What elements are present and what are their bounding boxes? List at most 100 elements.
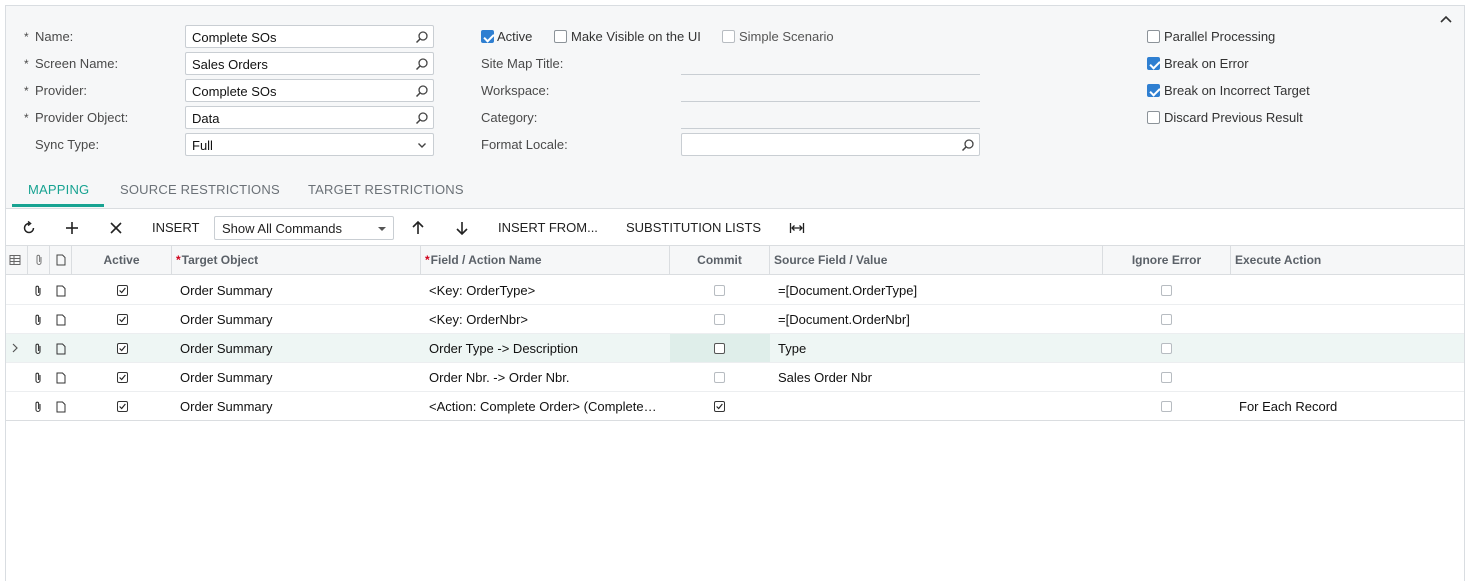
row-active-checkbox[interactable] <box>117 343 128 354</box>
cell-commit[interactable] <box>670 276 770 304</box>
cell-field-action[interactable]: Order Type -> Description <box>429 334 665 362</box>
cell-source-field[interactable]: =[Document.OrderType] <box>778 276 1098 304</box>
row-active-checkbox[interactable] <box>117 401 128 412</box>
site-map-title-field[interactable] <box>681 74 980 75</box>
cell-field-action[interactable]: <Key: OrderType> <box>429 276 665 304</box>
search-icon[interactable] <box>415 30 429 44</box>
refresh-icon[interactable] <box>21 220 37 236</box>
table-row[interactable]: Order Summary Order Type -> Description Ty… <box>6 334 1464 363</box>
row-ignore-error-checkbox[interactable] <box>1161 372 1172 383</box>
cell-field-action[interactable]: <Action: Complete Order> (Complete… <box>429 392 665 420</box>
paperclip-icon[interactable] <box>32 372 44 384</box>
paperclip-icon[interactable] <box>32 401 44 413</box>
cell-commit[interactable] <box>670 392 770 420</box>
note-icon[interactable] <box>55 343 67 355</box>
header-source-field[interactable]: Source Field / Value <box>770 246 1103 275</box>
sync-type-select[interactable]: Full <box>185 133 434 156</box>
search-icon[interactable] <box>415 57 429 71</box>
header-execute-action[interactable]: Execute Action <box>1231 246 1466 275</box>
cell-target-object[interactable]: Order Summary <box>180 276 420 304</box>
row-selector-header[interactable] <box>6 246 28 275</box>
header-ignore-error[interactable]: Ignore Error <box>1103 246 1231 275</box>
cell-execute-action[interactable] <box>1239 276 1459 304</box>
row-active-checkbox[interactable] <box>117 285 128 296</box>
cell-source-field[interactable]: Type <box>778 334 1098 362</box>
row-commit-checkbox[interactable] <box>714 343 725 354</box>
cell-target-object[interactable]: Order Summary <box>180 305 420 333</box>
cell-commit[interactable] <box>670 334 770 362</box>
note-icon[interactable] <box>55 401 67 413</box>
table-row[interactable]: Order Summary Order Nbr. -> Order Nbr. Sal… <box>6 363 1464 392</box>
cell-target-object[interactable]: Order Summary <box>180 334 420 362</box>
paperclip-icon[interactable] <box>32 314 44 326</box>
name-field[interactable]: Complete SOs <box>185 25 434 48</box>
search-icon[interactable] <box>415 84 429 98</box>
fit-columns-icon[interactable] <box>789 220 805 236</box>
header-active[interactable]: Active <box>72 246 172 275</box>
cell-commit[interactable] <box>670 363 770 391</box>
insert-from-button[interactable]: INSERT FROM... <box>498 220 598 240</box>
search-icon[interactable] <box>415 111 429 125</box>
note-icon[interactable] <box>55 285 67 297</box>
tab-source-restrictions[interactable]: SOURCE RESTRICTIONS <box>120 182 280 197</box>
cell-field-action[interactable]: <Key: OrderNbr> <box>429 305 665 333</box>
break-on-incorrect-target-checkbox[interactable] <box>1147 84 1160 97</box>
make-visible-checkbox[interactable] <box>554 30 567 43</box>
substitution-lists-button[interactable]: SUBSTITUTION LISTS <box>626 220 761 240</box>
provider-object-field[interactable]: Data <box>185 106 434 129</box>
row-active-checkbox[interactable] <box>117 372 128 383</box>
cell-execute-action[interactable] <box>1239 305 1459 333</box>
row-ignore-error-checkbox[interactable] <box>1161 285 1172 296</box>
paperclip-icon[interactable] <box>32 285 44 297</box>
cell-target-object[interactable]: Order Summary <box>180 392 420 420</box>
break-on-error-checkbox[interactable] <box>1147 57 1160 70</box>
insert-button[interactable]: INSERT <box>152 220 199 240</box>
note-icon[interactable] <box>55 372 67 384</box>
table-row[interactable]: Order Summary <Key: OrderNbr> =[Document.O… <box>6 305 1464 334</box>
commands-filter-select[interactable]: Show All Commands <box>214 216 394 240</box>
paperclip-icon[interactable] <box>32 343 44 355</box>
collapse-chevron-icon[interactable] <box>1438 12 1454 28</box>
row-ignore-error-checkbox[interactable] <box>1161 314 1172 325</box>
delete-row-icon[interactable] <box>108 220 124 236</box>
active-checkbox[interactable] <box>481 30 494 43</box>
cell-execute-action[interactable] <box>1239 334 1459 362</box>
arrow-down-icon[interactable] <box>454 220 470 236</box>
workspace-field[interactable] <box>681 101 980 102</box>
header-target-object[interactable]: *Target Object <box>172 246 421 275</box>
cell-source-field[interactable] <box>778 392 1098 420</box>
search-icon[interactable] <box>961 138 975 152</box>
cell-source-field[interactable]: =[Document.OrderNbr] <box>778 305 1098 333</box>
provider-field[interactable]: Complete SOs <box>185 79 434 102</box>
parallel-processing-checkbox[interactable] <box>1147 30 1160 43</box>
row-commit-checkbox[interactable] <box>714 314 725 325</box>
row-commit-checkbox[interactable] <box>714 285 725 296</box>
discard-previous-result-checkbox[interactable] <box>1147 111 1160 124</box>
row-ignore-error-checkbox[interactable] <box>1161 343 1172 354</box>
tab-target-restrictions[interactable]: TARGET RESTRICTIONS <box>308 182 464 197</box>
cell-field-action[interactable]: Order Nbr. -> Order Nbr. <box>429 363 665 391</box>
category-field[interactable] <box>681 128 980 129</box>
row-ignore-error-checkbox[interactable] <box>1161 401 1172 412</box>
cell-execute-action[interactable]: For Each Record <box>1239 392 1459 420</box>
tab-mapping[interactable]: MAPPING <box>28 182 89 197</box>
cell-target-object[interactable]: Order Summary <box>180 363 420 391</box>
simple-scenario-checkbox[interactable] <box>722 30 735 43</box>
arrow-up-icon[interactable] <box>410 220 426 236</box>
screen-name-field[interactable]: Sales Orders <box>185 52 434 75</box>
screen-name-label: Screen Name: <box>24 56 118 71</box>
row-commit-checkbox[interactable] <box>714 372 725 383</box>
header-commit[interactable]: Commit <box>670 246 770 275</box>
cell-execute-action[interactable] <box>1239 363 1459 391</box>
row-commit-checkbox[interactable] <box>714 401 725 412</box>
cell-source-field[interactable]: Sales Order Nbr <box>778 363 1098 391</box>
add-row-icon[interactable] <box>64 220 80 236</box>
cell-commit[interactable] <box>670 305 770 333</box>
note-icon[interactable] <box>55 314 67 326</box>
row-active-checkbox[interactable] <box>117 314 128 325</box>
table-row[interactable]: Order Summary <Key: OrderType> =[Document.… <box>6 276 1464 305</box>
format-locale-field[interactable] <box>681 133 980 156</box>
header-field-action[interactable]: *Field / Action Name <box>421 246 670 275</box>
grid-settings-icon[interactable] <box>9 254 21 266</box>
table-row[interactable]: Order Summary <Action: Complete Order> (C… <box>6 392 1464 421</box>
